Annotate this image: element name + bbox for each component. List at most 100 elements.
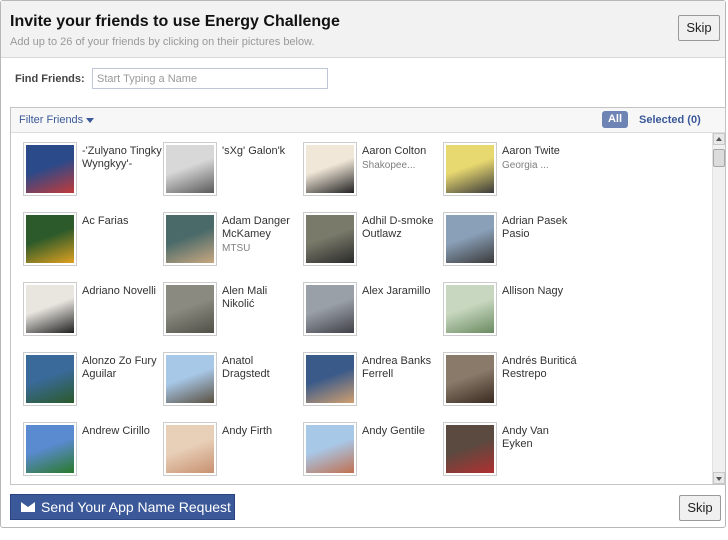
friend-name: Andrew Cirillo [82,425,150,437]
friend-photo-image [306,215,354,263]
friend-network: MTSU [222,243,251,254]
friend-photo[interactable] [443,142,497,196]
friend-photo-image [166,285,214,333]
friend-item[interactable]: Adriano Novelli [23,282,163,344]
friend-photo-image [306,425,354,473]
friend-name: Alonzo Zo Fury Aguilar [82,355,157,380]
tab-all[interactable]: All [602,111,628,128]
friend-photo[interactable] [23,282,77,336]
friend-item[interactable]: 'sXg' Galon'k [163,142,303,204]
friend-name: Andy Van Eyken [502,425,549,450]
friend-name: Alex Jaramillo [362,285,431,297]
friend-name: Adriano Novelli [82,285,156,297]
friend-name: Aaron Twite [502,145,560,157]
friend-name: Andy Gentile [362,425,425,437]
friend-photo[interactable] [303,282,357,336]
friend-photo-image [306,355,354,403]
dialog-header: Invite your friends to use Energy Challe… [1,1,725,58]
friend-item[interactable]: Alonzo Zo Fury Aguilar [23,352,163,414]
friend-photo[interactable] [23,142,77,196]
scrollbar[interactable] [712,133,725,484]
dialog-title: Invite your friends to use Energy Challe… [10,13,340,30]
friend-item[interactable]: Adrian Pasek Pasio [443,212,583,274]
skip-button-bottom[interactable]: Skip [679,495,721,521]
friend-photo[interactable] [23,422,77,476]
invite-dialog: Invite your friends to use Energy Challe… [0,0,726,528]
friend-name: Adam Danger McKamey [222,215,290,240]
friend-photo-image [306,285,354,333]
friend-photo[interactable] [443,352,497,406]
friend-photo[interactable] [163,282,217,336]
friend-item[interactable]: Andrew Cirillo [23,422,163,484]
friend-photo-image [166,425,214,473]
friend-photo[interactable] [163,422,217,476]
send-request-label: Send Your App Name Request [41,499,231,515]
friend-name: Adrian Pasek Pasio [502,215,568,240]
send-request-button[interactable]: Send Your App Name Request [10,494,235,520]
friend-item[interactable]: Andy Gentile [303,422,443,484]
friend-name: Andy Firth [222,425,273,437]
friend-photo[interactable] [23,352,77,406]
friend-item[interactable]: Anatol Dragstedt [163,352,303,414]
filter-friends-label: Filter Friends [19,114,84,126]
friend-item[interactable]: Adam Danger McKamey MTSU [163,212,303,274]
scrollbar-thumb[interactable] [713,149,725,167]
envelope-icon [21,502,35,512]
friend-photo-image [446,355,494,403]
friend-photo-image [26,425,74,473]
friend-name: Anatol Dragstedt [222,355,270,380]
friends-selector: Filter Friends All Selected (0) -'Zulyan… [10,107,726,485]
scroll-down-arrow[interactable] [713,472,725,484]
friend-photo-image [26,145,74,193]
friend-photo-image [26,355,74,403]
friend-item[interactable]: Ac Farias [23,212,163,274]
friend-photo[interactable] [303,142,357,196]
friend-photo-image [166,355,214,403]
friend-item[interactable]: Alen Mali Nikolić [163,282,303,344]
friend-item[interactable]: Andy Van Eyken [443,422,583,484]
friend-photo-image [306,145,354,193]
friend-photo[interactable] [163,212,217,266]
friend-photo[interactable] [443,212,497,266]
friend-item[interactable]: Aaron Twite Georgia ... [443,142,583,204]
find-friends-input[interactable] [92,68,328,89]
skip-button-top[interactable]: Skip [678,15,720,41]
friend-name: Allison Nagy [502,285,564,297]
friend-photo-image [446,145,494,193]
friend-grid: -'Zulyano Tingky Wyngkyy'- 'sXg' Galon'k A… [11,133,711,484]
friend-photo-image [26,285,74,333]
friend-name: Andrea Banks Ferrell [362,355,432,380]
friend-name: -'Zulyano Tingky Wyngkyy'- [82,145,162,170]
friend-photo-image [166,145,214,193]
friend-item[interactable]: Andrés Buriticá Restrepo [443,352,583,414]
friend-photo[interactable] [303,212,357,266]
friend-name: Alen Mali Nikolić [222,285,268,310]
friend-item[interactable]: Aaron Colton Shakopee... [303,142,443,204]
friend-photo-image [446,285,494,333]
friend-item[interactable]: Andy Firth [163,422,303,484]
friend-photo[interactable] [443,422,497,476]
friend-item[interactable]: Andrea Banks Ferrell [303,352,443,414]
friend-name: 'sXg' Galon'k [222,145,286,157]
friend-photo[interactable] [163,352,217,406]
friend-photo-image [26,215,74,263]
friend-photo[interactable] [303,422,357,476]
friend-photo[interactable] [303,352,357,406]
friend-item[interactable]: Adhil D-smoke Outlawz [303,212,443,274]
friend-item[interactable]: Alex Jaramillo [303,282,443,344]
tab-selected[interactable]: Selected (0) [639,114,701,126]
friend-name: Aaron Colton [362,145,427,157]
friend-item[interactable]: -'Zulyano Tingky Wyngkyy'- [23,142,163,204]
dialog-subtitle: Add up to 26 of your friends by clicking… [10,36,315,48]
friend-item[interactable]: Allison Nagy [443,282,583,344]
friend-network: Shakopee... [362,160,416,171]
filter-friends-dropdown[interactable]: Filter Friends [19,114,95,126]
scroll-up-arrow[interactable] [713,133,725,145]
friend-photo[interactable] [23,212,77,266]
friend-photo-image [166,215,214,263]
friend-network: Georgia ... [502,160,549,171]
friend-photo[interactable] [443,282,497,336]
friend-photo-image [446,215,494,263]
friend-photo[interactable] [163,142,217,196]
friend-name: Andrés Buriticá Restrepo [502,355,577,380]
